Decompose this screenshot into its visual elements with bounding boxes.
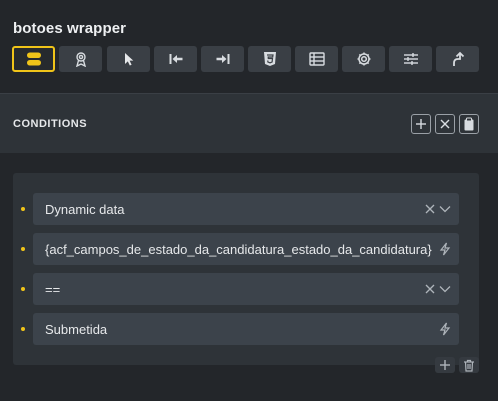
wrapper-icon (26, 52, 41, 66)
condition-bullet (21, 207, 25, 211)
toolbar-sliders-button[interactable] (389, 46, 432, 72)
condition-dynamic-input[interactable]: {acf_campos_de_estado_da_candidatura_est… (33, 233, 459, 265)
chevron-down-icon[interactable] (439, 285, 451, 293)
toolbar-badge-button[interactable] (59, 46, 102, 72)
condition-value-text: Submetida (45, 322, 108, 337)
toolbar-cursor-button[interactable] (107, 46, 150, 72)
arrow-to-right-icon (216, 54, 229, 64)
condition-dynamic-value: {acf_campos_de_estado_da_candidatura_est… (45, 242, 432, 257)
badge-icon (75, 52, 86, 67)
sliders-icon (403, 53, 418, 65)
paste-conditions-button[interactable] (459, 114, 479, 134)
cursor-icon (124, 53, 133, 66)
toolbar-arrow-left-button[interactable] (154, 46, 197, 72)
conditions-header: CONDITIONS (0, 93, 498, 153)
plus-icon (416, 119, 426, 129)
condition-group: Dynamic data {acf_campos_de_estado_da_ca… (13, 173, 479, 365)
trash-icon (464, 359, 474, 372)
toolbar-arrow-right-button[interactable] (201, 46, 244, 72)
arrow-to-left-icon (169, 54, 182, 64)
dynamic-data-icon[interactable] (439, 322, 451, 336)
condition-bullet (21, 327, 25, 331)
element-toolbar (12, 46, 479, 72)
condition-value-input[interactable]: Submetida (33, 313, 459, 345)
condition-compare-value: == (45, 282, 61, 297)
attributes-icon (308, 52, 325, 66)
condition-bullet (21, 287, 25, 291)
close-icon (440, 119, 450, 129)
remove-conditions-button[interactable] (435, 114, 455, 134)
gear-icon (357, 52, 370, 66)
condition-key-value: Dynamic data (45, 202, 125, 217)
arrow-up-curve-icon (452, 51, 464, 66)
condition-bullet (21, 247, 25, 251)
toolbar-settings-button[interactable] (342, 46, 385, 72)
conditions-title: CONDITIONS (13, 118, 88, 130)
chevron-down-icon[interactable] (439, 205, 451, 213)
delete-condition-group-button[interactable] (459, 357, 479, 373)
panel-title: botoes wrapper (13, 20, 127, 37)
toolbar-css-button[interactable] (248, 46, 291, 72)
add-condition-row-button[interactable] (435, 357, 455, 373)
clear-icon[interactable] (425, 284, 435, 294)
toolbar-attributes-button[interactable] (295, 46, 338, 72)
clipboard-icon (464, 117, 474, 131)
clear-icon[interactable] (425, 204, 435, 214)
add-condition-button[interactable] (411, 114, 431, 134)
condition-key-select[interactable]: Dynamic data (33, 193, 459, 225)
css-icon (263, 52, 276, 66)
plus-icon (440, 360, 450, 370)
condition-compare-select[interactable]: == (33, 273, 459, 305)
toolbar-arrow-up-button[interactable] (436, 46, 479, 72)
dynamic-data-icon[interactable] (439, 242, 451, 256)
toolbar-wrapper-button[interactable] (12, 46, 55, 72)
